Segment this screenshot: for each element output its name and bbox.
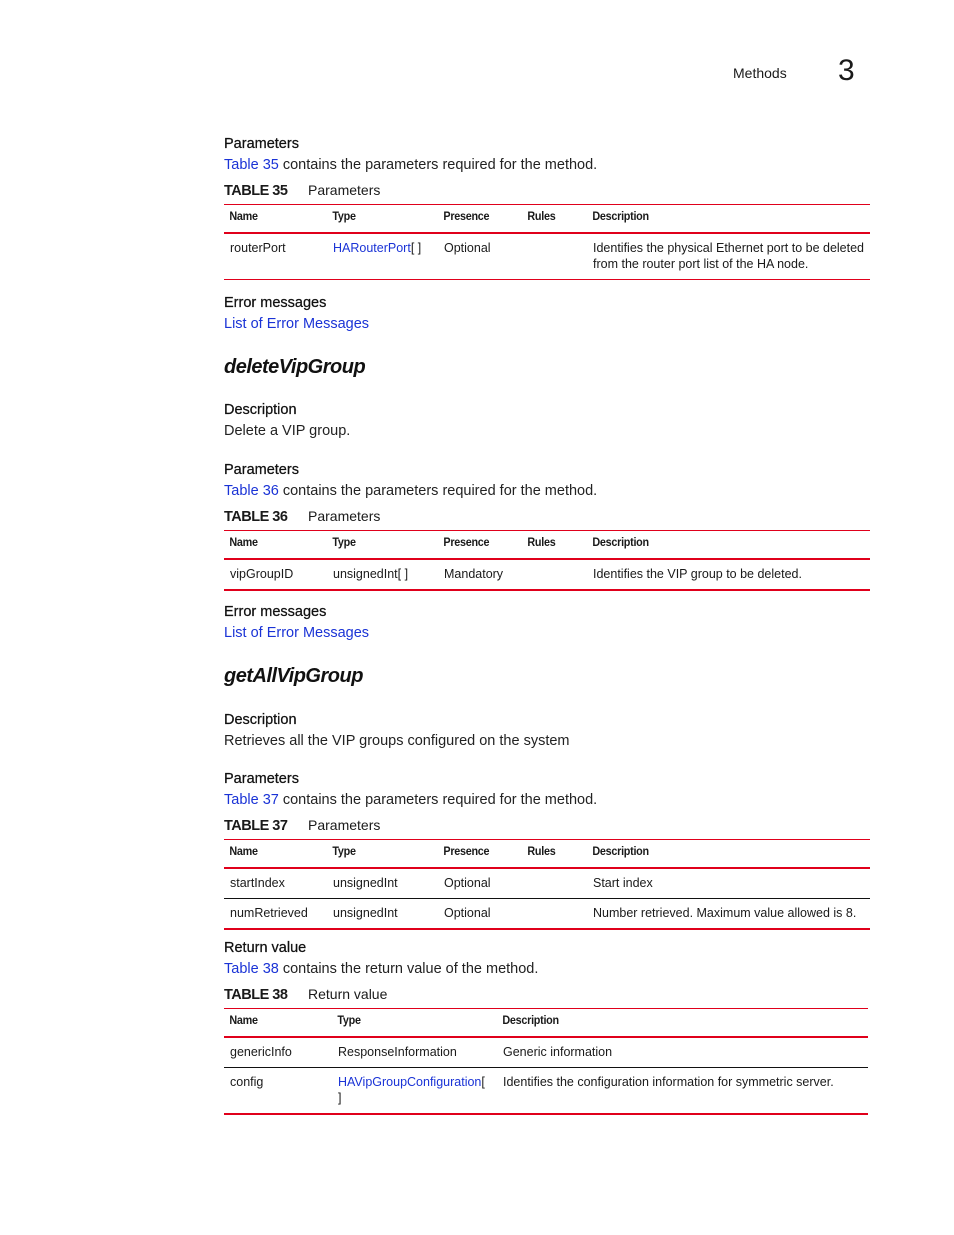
error-messages-heading: Error messages [224,295,327,311]
table-row: routerPort HARouterPort[ ] Optional Iden… [224,233,870,280]
table-row: startIndex unsignedInt Optional Start in… [224,868,870,899]
table-36-link[interactable]: Table 36 [224,483,279,499]
error-messages-heading: Error messages [224,604,327,620]
col-rules: Rules [527,209,556,223]
col-name: Name [229,844,258,858]
table-37: Name Type Presence Rules Description sta… [224,839,870,930]
col-type: Type [332,535,356,549]
description-heading: Description [224,402,297,418]
col-rules: Rules [527,535,556,549]
table-36: Name Type Presence Rules Description vip… [224,530,870,591]
table-row: vipGroupID unsignedInt[ ] Mandatory Iden… [224,559,870,590]
col-description: Description [592,209,649,223]
col-description: Description [592,535,649,549]
description-text: Delete a VIP group. [224,423,351,439]
parameters-heading: Parameters [224,462,299,478]
table-row: config HAVipGroupConfiguration[ ] Identi… [224,1068,868,1114]
table-38: Name Type Description genericInfo Respon… [224,1008,868,1115]
col-type: Type [332,844,356,858]
col-name: Name [229,1013,258,1027]
col-presence: Presence [443,844,490,858]
table-37-link[interactable]: Table 37 [224,792,279,808]
running-header-section: Methods [733,65,787,81]
table-row: numRetrieved unsignedInt Optional Number… [224,899,870,929]
havipgroupconfiguration-link[interactable]: HAVipGroupConfiguration [338,1075,481,1089]
chapter-number: 3 [838,54,855,87]
col-presence: Presence [443,535,490,549]
table-35-caption: TABLE 35 Parameters [224,182,381,199]
return-value-intro: Table 38 contains the return value of th… [224,961,539,977]
table-37-caption: TABLE 37 Parameters [224,817,381,834]
description-text: Retrieves all the VIP groups configured … [224,733,570,749]
table-35-link[interactable]: Table 35 [224,157,279,173]
table-38-link[interactable]: Table 38 [224,961,279,977]
table-row: genericInfo ResponseInformation Generic … [224,1037,868,1068]
return-value-heading: Return value [224,940,307,956]
parameters-heading: Parameters [224,136,299,152]
parameters-intro: Table 37 contains the parameters require… [224,792,598,808]
table-36-caption: TABLE 36 Parameters [224,508,381,525]
col-description: Description [592,844,649,858]
method-title-getallvipgroup: getAllVipGroup [224,665,363,687]
parameters-heading: Parameters [224,771,299,787]
method-title-deletevipgroup: deleteVipGroup [224,356,366,378]
col-rules: Rules [527,844,556,858]
table-38-caption: TABLE 38 Return value [224,986,388,1003]
table-35: Name Type Presence Rules Description rou… [224,204,870,280]
col-type: Type [337,1013,361,1027]
col-presence: Presence [443,209,490,223]
col-name: Name [229,209,258,223]
col-name: Name [229,535,258,549]
error-messages-link[interactable]: List of Error Messages [224,625,369,641]
parameters-intro: Table 35 contains the parameters require… [224,157,598,173]
col-description: Description [502,1013,559,1027]
error-messages-link[interactable]: List of Error Messages [224,316,369,332]
col-type: Type [332,209,356,223]
description-heading: Description [224,712,297,728]
parameters-intro: Table 36 contains the parameters require… [224,483,598,499]
harouterport-link[interactable]: HARouterPort [333,241,411,255]
